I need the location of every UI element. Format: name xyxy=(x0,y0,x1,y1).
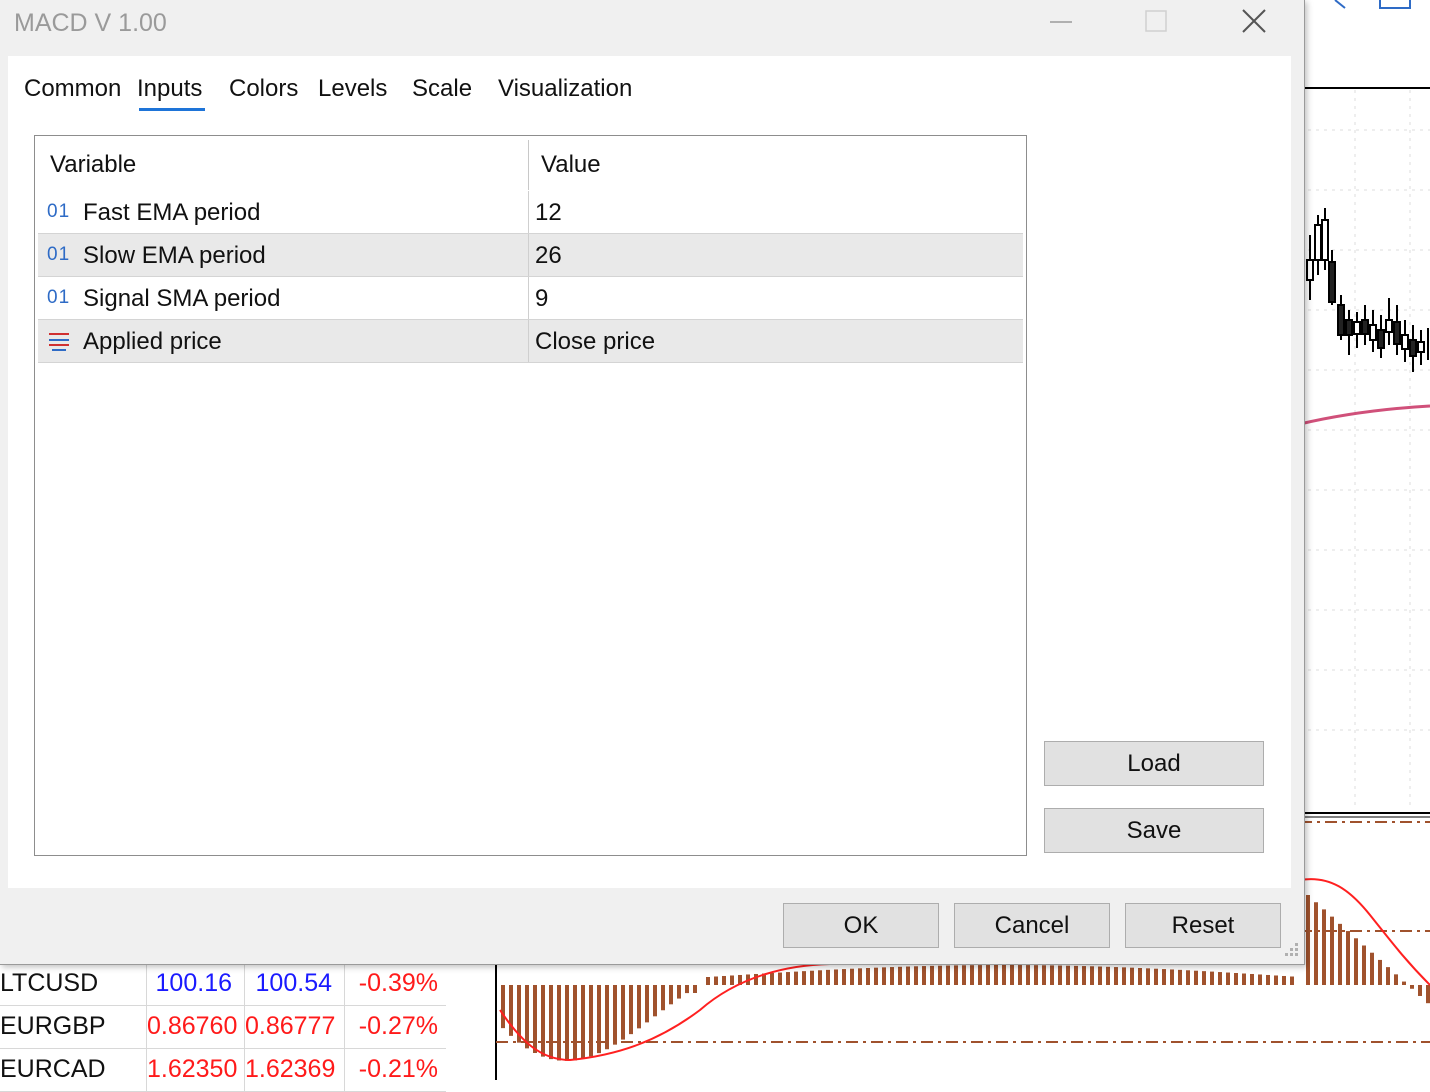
integer-icon: 01 xyxy=(47,244,71,265)
input-row-fast-ema[interactable]: 01 Fast EMA period 12 xyxy=(38,191,1023,234)
tab-colors[interactable]: Colors xyxy=(229,75,298,103)
cell-divider xyxy=(528,320,529,362)
grid-header: Variable Value xyxy=(35,136,1026,191)
variable-name: Fast EMA period xyxy=(83,199,261,226)
load-button[interactable]: Load xyxy=(1044,741,1264,786)
save-button-label: Save xyxy=(1126,817,1182,844)
price-chart xyxy=(1299,87,1430,810)
maximize-button[interactable] xyxy=(1116,0,1196,48)
tab-scale[interactable]: Scale xyxy=(412,75,472,103)
inputs-grid: Variable Value 01 Fast EMA period 12 01 … xyxy=(34,135,1027,856)
macd-properties-dialog: MACD V 1.00 Common Inputs Colors Levels … xyxy=(0,0,1305,965)
title-bar[interactable]: MACD V 1.00 xyxy=(0,0,1304,48)
cancel-button-label: Cancel xyxy=(994,912,1070,939)
dialog-title: MACD V 1.00 xyxy=(14,9,167,37)
cell-divider xyxy=(528,191,529,233)
symbol-cell: EURCAD xyxy=(0,1055,106,1083)
enum-list-icon xyxy=(49,333,69,351)
input-row-slow-ema[interactable]: 01 Slow EMA period 26 xyxy=(38,234,1023,277)
market-watch-row[interactable]: LTCUSD 100.16 100.54 -0.39% xyxy=(0,962,446,1006)
tab-inputs[interactable]: Inputs xyxy=(137,75,202,103)
save-button[interactable]: Save xyxy=(1044,808,1264,853)
variable-name: Applied price xyxy=(83,328,222,355)
variable-name: Signal SMA period xyxy=(83,285,281,312)
load-button-label: Load xyxy=(1127,750,1181,777)
bid-cell: 0.86760 xyxy=(146,1005,238,1048)
ask-cell: 0.86777 xyxy=(244,1005,338,1048)
market-watch-row[interactable]: EURGBP 0.86760 0.86777 -0.27% xyxy=(0,1005,446,1049)
market-watch-row[interactable]: EURCAD 1.62350 1.62369 -0.21% xyxy=(0,1048,446,1092)
tab-levels[interactable]: Levels xyxy=(318,75,387,103)
integer-icon: 01 xyxy=(47,287,71,308)
change-cell: -0.39% xyxy=(344,962,446,1005)
ok-button-label: OK xyxy=(843,912,879,939)
variable-value[interactable]: 26 xyxy=(535,242,562,270)
tab-common[interactable]: Common xyxy=(24,75,121,103)
bid-cell: 1.62350 xyxy=(146,1048,238,1091)
column-header-variable[interactable]: Variable xyxy=(50,151,136,179)
reset-button-label: Reset xyxy=(1171,912,1235,939)
variable-name: Slow EMA period xyxy=(83,242,266,269)
input-row-applied-price[interactable]: Applied price Close price xyxy=(38,320,1023,363)
minimize-button[interactable] xyxy=(1020,0,1100,48)
cancel-button[interactable]: Cancel xyxy=(954,903,1110,948)
integer-icon: 01 xyxy=(47,201,71,222)
close-icon xyxy=(1242,9,1266,33)
input-row-signal-sma[interactable]: 01 Signal SMA period 9 xyxy=(38,277,1023,320)
variable-value[interactable]: Close price xyxy=(535,328,655,356)
change-cell: -0.21% xyxy=(344,1048,446,1091)
reset-button[interactable]: Reset xyxy=(1125,903,1281,948)
symbol-cell: LTCUSD xyxy=(0,969,99,997)
resize-grip-icon[interactable] xyxy=(1282,942,1300,960)
column-divider[interactable] xyxy=(528,140,529,190)
bid-cell: 100.16 xyxy=(146,962,238,1005)
variable-value[interactable]: 12 xyxy=(535,199,562,227)
ask-cell: 1.62369 xyxy=(244,1048,338,1091)
active-tab-indicator xyxy=(139,108,205,111)
cell-divider xyxy=(528,234,529,276)
symbol-cell: EURGBP xyxy=(0,1012,106,1040)
tab-visualization[interactable]: Visualization xyxy=(498,75,632,103)
maximize-icon xyxy=(1145,10,1167,32)
close-button[interactable] xyxy=(1214,0,1294,48)
column-header-value[interactable]: Value xyxy=(541,151,601,179)
variable-value[interactable]: 9 xyxy=(535,285,548,313)
cell-divider xyxy=(528,277,529,319)
ask-cell: 100.54 xyxy=(244,962,338,1005)
ok-button[interactable]: OK xyxy=(783,903,939,948)
change-cell: -0.27% xyxy=(344,1005,446,1048)
minimize-icon xyxy=(1050,21,1072,23)
